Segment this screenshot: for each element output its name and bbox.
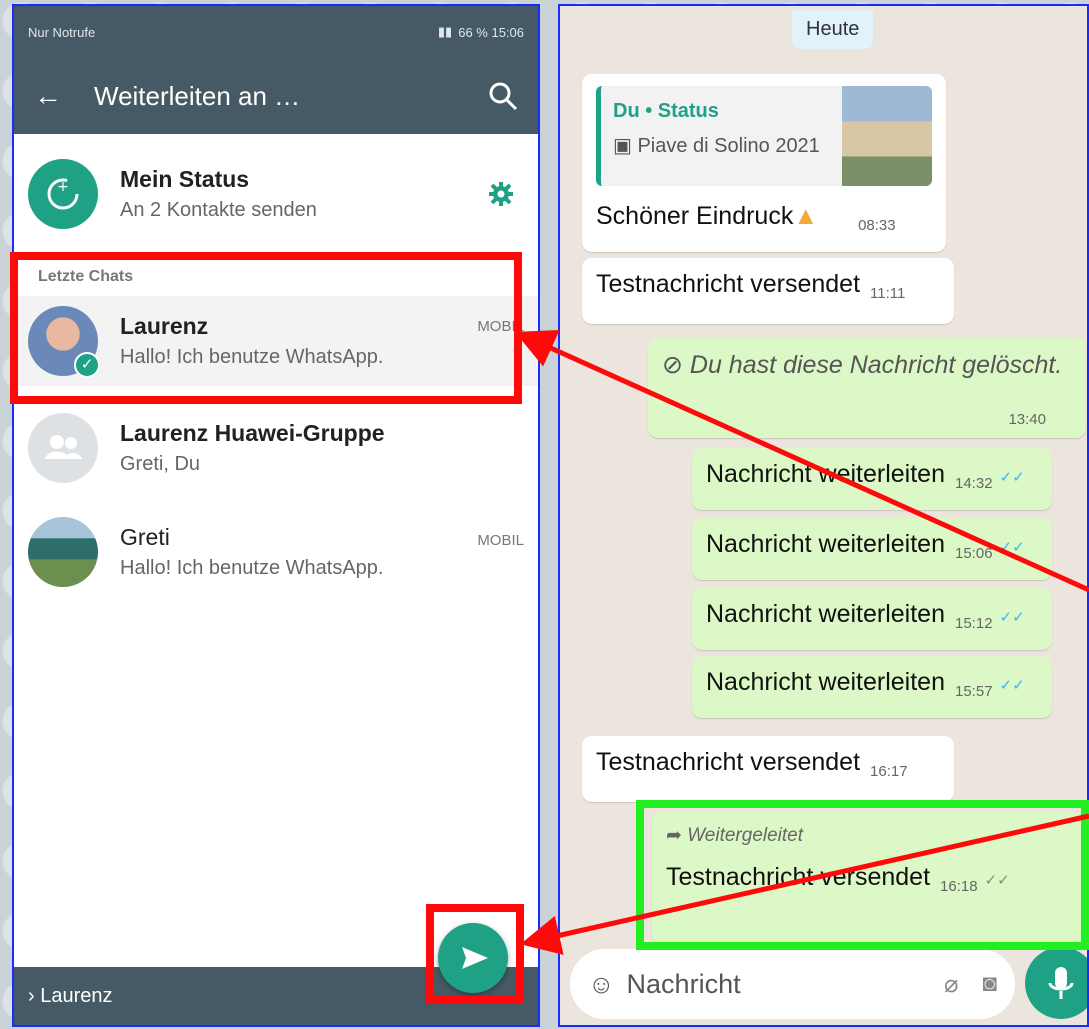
message-text: Nachricht weiterleiten xyxy=(706,600,945,628)
quote-caption: Piave di Solino 2021 xyxy=(637,135,820,157)
status-thumbnail xyxy=(842,86,932,186)
status-subtitle: An 2 Kontakte senden xyxy=(120,199,317,221)
highlight-box-forwarded xyxy=(636,800,1089,950)
message-text: Schöner Eindruck xyxy=(596,202,794,230)
read-ticks-icon: ✓✓ xyxy=(999,609,1025,626)
read-ticks-icon: ✓✓ xyxy=(999,469,1025,486)
message-bubble[interactable]: Testnachricht versendet 11:11 xyxy=(582,258,954,324)
message-time: 15:12 xyxy=(955,615,993,632)
message-text: Nachricht weiterleiten xyxy=(706,668,945,696)
status-time: 66 % 15:06 xyxy=(458,24,524,40)
carrier-label: Nur Notrufe xyxy=(28,24,96,40)
search-icon[interactable] xyxy=(488,81,518,111)
back-arrow-icon[interactable]: ← xyxy=(34,80,94,112)
chat-subtitle: Greti, Du xyxy=(120,453,201,475)
mic-icon xyxy=(1048,967,1074,999)
chat-row-greti[interactable]: Greti Hallo! Ich benutze WhatsApp. MOBIL xyxy=(14,500,538,604)
message-time: 14:32 xyxy=(955,475,993,492)
image-icon: ▣ xyxy=(613,135,638,157)
blocked-icon: ⊘ xyxy=(662,351,683,379)
message-text: Nachricht weiterleiten xyxy=(706,530,945,558)
camera-icon[interactable]: ◙ xyxy=(983,970,998,998)
mic-button[interactable] xyxy=(1025,947,1087,1019)
chat-subtitle: Hallo! Ich benutze WhatsApp. xyxy=(120,557,384,579)
message-time: 16:17 xyxy=(870,763,908,780)
selected-contacts: › Laurenz xyxy=(28,984,113,1007)
message-input[interactable]: ☺ Nachricht ⌀ ◙ xyxy=(570,949,1015,1019)
input-placeholder: Nachricht xyxy=(626,968,741,999)
message-bubble[interactable]: Nachricht weiterleiten 15:06 ✓✓ xyxy=(692,518,1052,580)
gear-icon[interactable] xyxy=(488,181,514,207)
chat-tag: MOBIL xyxy=(477,532,524,549)
status-bar: Nur Notrufe ▮▮ 66 % 15:06 xyxy=(14,6,538,58)
read-ticks-icon: ✓✓ xyxy=(999,539,1025,556)
deleted-message-bubble[interactable]: ⊘ Du hast diese Nachricht gelöscht. 13:4… xyxy=(648,338,1086,438)
message-text: Du hast diese Nachricht gelöscht. xyxy=(689,351,1063,379)
app-bar: ← Weiterleiten an … xyxy=(14,58,538,134)
quoted-status[interactable]: Du • Status ▣ Piave di Solino 2021 xyxy=(596,86,932,186)
forward-screen: Nur Notrufe ▮▮ 66 % 15:06 ← Weiterleiten … xyxy=(12,4,540,1027)
message-bubble[interactable]: Testnachricht versendet 16:17 xyxy=(582,736,954,802)
read-ticks-icon: ✓✓ xyxy=(999,677,1025,694)
message-bubble[interactable]: Nachricht weiterleiten 14:32 ✓✓ xyxy=(692,448,1052,510)
message-time: 13:40 xyxy=(1008,411,1046,428)
reply-bubble[interactable]: Du • Status ▣ Piave di Solino 2021 Schön… xyxy=(582,74,946,252)
emoji-icon[interactable]: ☺ xyxy=(588,969,615,1000)
page-title: Weiterleiten an … xyxy=(94,80,301,111)
chat-name: Laurenz Huawei-Gruppe xyxy=(120,420,385,446)
chat-name: Greti xyxy=(120,524,170,550)
message-time: 08:33 xyxy=(858,217,896,234)
attach-icon[interactable]: ⌀ xyxy=(944,970,958,999)
group-avatar-icon xyxy=(28,413,98,483)
message-time: 15:57 xyxy=(955,683,993,700)
thumbs-up-icon: ▲ xyxy=(793,202,819,230)
message-time: 11:11 xyxy=(870,285,906,302)
status-avatar-icon: + xyxy=(28,159,98,229)
message-text: Nachricht weiterleiten xyxy=(706,460,945,488)
highlight-box-send xyxy=(426,904,524,1004)
avatar xyxy=(28,517,98,587)
message-bubble[interactable]: Nachricht weiterleiten 15:57 ✓✓ xyxy=(692,656,1052,718)
status-title: Mein Status xyxy=(120,166,250,192)
date-chip: Heute xyxy=(792,10,874,49)
signal-icon: ▮▮ xyxy=(437,24,453,39)
my-status-row[interactable]: + Mein Status An 2 Kontakte senden xyxy=(14,134,538,254)
svg-text:+: + xyxy=(57,179,69,195)
message-bubble[interactable]: Nachricht weiterleiten 15:12 ✓✓ xyxy=(692,588,1052,650)
chat-row-group[interactable]: Laurenz Huawei-Gruppe Greti, Du xyxy=(14,396,538,500)
highlight-box-contact xyxy=(10,252,522,404)
message-time: 15:06 xyxy=(955,545,993,562)
message-text: Testnachricht versendet xyxy=(596,270,861,298)
message-text: Testnachricht versendet xyxy=(596,748,861,776)
